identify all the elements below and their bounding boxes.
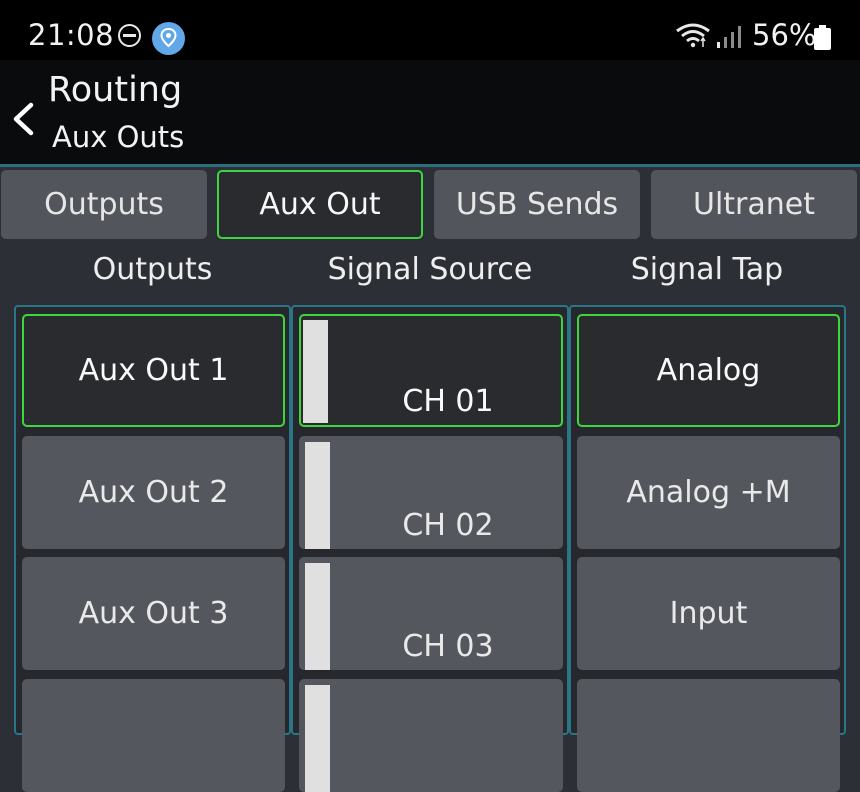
tap-cell-1[interactable]: Analog [577, 314, 840, 427]
outputs-column: Aux Out 1 Aux Out 2 Aux Out 3 [14, 305, 291, 792]
signal-source-column-header: Signal Source [327, 252, 533, 287]
output-cell-aux-out-1[interactable]: Aux Out 1 [22, 314, 285, 427]
output-cell-aux-out-3[interactable]: Aux Out 3 [22, 557, 285, 670]
outputs-column-header: Outputs [92, 252, 213, 287]
signal-source-column: CH 01 CH 02 CH 03 [291, 305, 569, 792]
wifi-icon [674, 22, 712, 52]
page-subtitle: Aux Outs [52, 120, 185, 154]
app-header: Routing Aux Outs [0, 60, 860, 167]
output-cell-aux-out-2[interactable]: Aux Out 2 [22, 436, 285, 549]
level-meter [305, 685, 330, 792]
status-time: 21:08 [28, 18, 115, 52]
tap-cell-3[interactable]: Input [577, 557, 840, 670]
tap-cell-4[interactable] [577, 679, 840, 792]
location-icon [152, 22, 185, 55]
output-cell-aux-out-4[interactable] [22, 679, 285, 792]
source-cell-1[interactable]: CH 01 [299, 314, 563, 427]
signal-tap-column-header: Signal Tap [630, 252, 784, 287]
source-label: CH 02 [402, 508, 494, 543]
status-bar: 21:08 56% [0, 0, 860, 60]
level-meter [305, 563, 330, 670]
page-title: Routing [48, 70, 183, 110]
tab-outputs[interactable]: Outputs [1, 170, 207, 239]
level-meter [305, 442, 330, 549]
signal-tap-column: Analog Analog +M Input [569, 305, 846, 792]
tap-cell-2[interactable]: Analog +M [577, 436, 840, 549]
chevron-left-icon[interactable] [10, 102, 36, 140]
source-cell-4[interactable] [299, 679, 563, 792]
tab-usb-sends[interactable]: USB Sends [434, 170, 640, 239]
tab-aux-out[interactable]: Aux Out [217, 170, 423, 239]
source-label: CH 01 [402, 384, 494, 419]
source-label: CH 03 [402, 629, 494, 664]
level-meter [303, 320, 328, 423]
do-not-disturb-icon [118, 24, 141, 47]
battery-percent: 56% [752, 18, 817, 52]
signal-icon [715, 24, 743, 54]
source-cell-3[interactable]: CH 03 [299, 557, 563, 670]
tab-ultranet[interactable]: Ultranet [651, 170, 857, 239]
source-cell-2[interactable]: CH 02 [299, 436, 563, 549]
battery-icon [814, 25, 831, 50]
